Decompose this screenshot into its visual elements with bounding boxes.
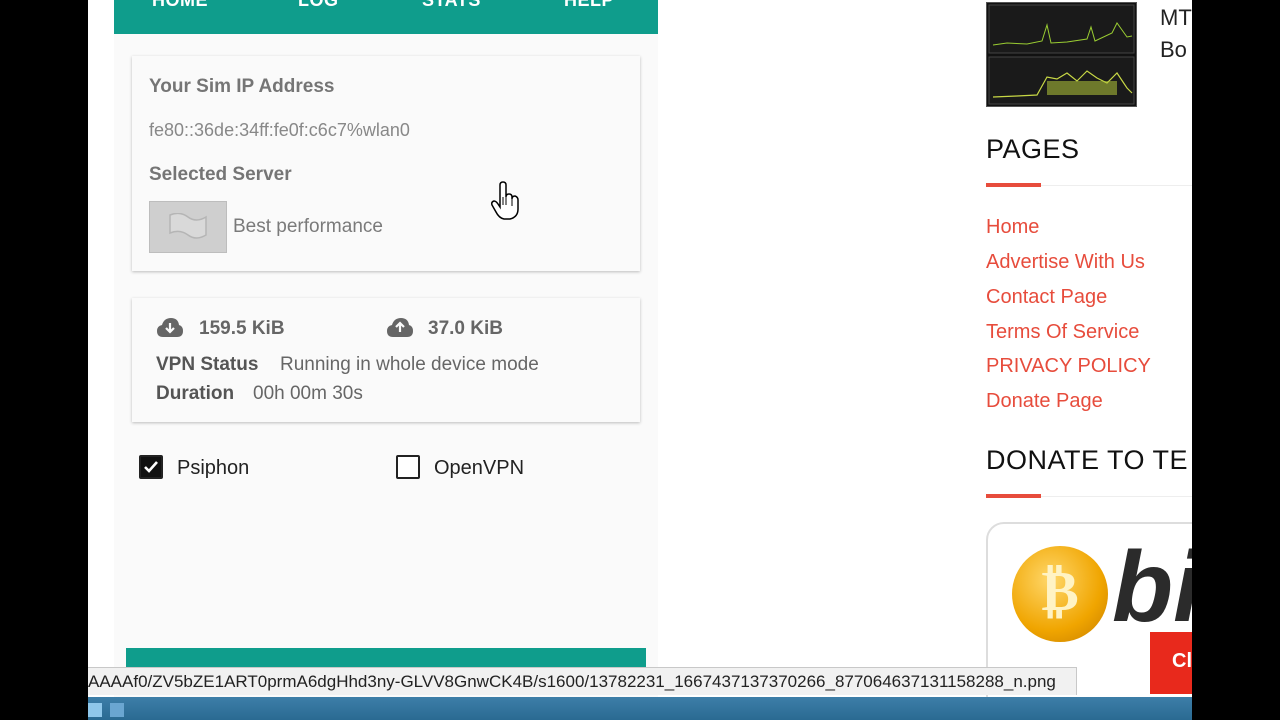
- page-link-terms[interactable]: Terms Of Service: [986, 321, 1139, 344]
- page-link-privacy[interactable]: PRIVACY POLICY: [986, 355, 1151, 378]
- pages-divider: [1041, 185, 1192, 186]
- tab-home[interactable]: HOME: [152, 0, 208, 11]
- download-amount: 159.5 KiB: [199, 318, 285, 339]
- connection-info-card: Your Sim IP Address fe80::36de:34ff:fe0f…: [132, 56, 640, 271]
- tab-log[interactable]: LOG: [298, 0, 339, 11]
- app-panel: HOME LOG STATS HELP Your Sim IP Address …: [114, 0, 658, 697]
- donate-heading: DONATE TO TE: [986, 445, 1189, 475]
- pages-heading: PAGES: [986, 134, 1080, 164]
- start-icon[interactable]: [88, 703, 102, 717]
- duration-value: 00h 00m 30s: [253, 383, 363, 404]
- tab-help[interactable]: HELP: [564, 0, 614, 11]
- page-link-advertise[interactable]: Advertise With Us: [986, 251, 1145, 274]
- ip-address-value: fe80::36de:34ff:fe0f:c6c7%wlan0: [149, 120, 410, 140]
- bitcoin-coin-icon: ₿: [1012, 546, 1108, 642]
- server-flag-icon[interactable]: [149, 201, 227, 253]
- selected-server-label: Selected Server: [149, 164, 292, 185]
- upload-cloud-icon: [387, 318, 413, 337]
- psiphon-label[interactable]: Psiphon: [177, 457, 249, 480]
- openvpn-label[interactable]: OpenVPN: [434, 457, 524, 480]
- post-title-line1[interactable]: MT: [1160, 5, 1192, 31]
- tab-stats[interactable]: STATS: [422, 0, 481, 11]
- donate-tag-text: Cl: [1172, 650, 1192, 672]
- hand-cursor-icon: [491, 181, 519, 220]
- page-link-donate[interactable]: Donate Page: [986, 390, 1103, 413]
- left-letterbox: [0, 0, 88, 720]
- page-link-home[interactable]: Home: [986, 216, 1039, 239]
- browser-status-url: AAAAf0/ZV5bZE1ART0prmA6dgHhd3ny-GLVV8Gnw…: [88, 667, 1077, 695]
- post-thumbnail[interactable]: [986, 2, 1137, 107]
- donate-click-tag[interactable]: Cl: [1150, 632, 1192, 694]
- page-link-contact[interactable]: Contact Page: [986, 286, 1107, 309]
- donate-banner-text: bi: [1112, 531, 1192, 643]
- browser-viewport: HOME LOG STATS HELP Your Sim IP Address …: [88, 0, 1192, 697]
- pages-heading-underline: [986, 183, 1041, 187]
- right-letterbox: [1192, 0, 1280, 720]
- duration-label: Duration: [156, 383, 235, 404]
- donate-divider: [1041, 496, 1192, 497]
- ip-address-label: Your Sim IP Address: [149, 76, 335, 97]
- vpn-status-label: VPN Status: [156, 354, 259, 375]
- taskbar-app-icon[interactable]: [110, 703, 124, 717]
- donate-heading-underline: [986, 494, 1041, 498]
- os-taskbar: [88, 697, 1192, 720]
- traffic-stats-card: 159.5 KiB 37.0 KiB VPN Status Running in…: [132, 298, 640, 422]
- psiphon-checkbox[interactable]: [139, 455, 163, 479]
- post-title-line2[interactable]: Bo: [1160, 37, 1187, 63]
- upload-amount: 37.0 KiB: [428, 318, 503, 339]
- vpn-status-value: Running in whole device mode: [280, 354, 539, 375]
- tab-bar: HOME LOG STATS HELP: [114, 0, 658, 34]
- openvpn-checkbox[interactable]: [396, 455, 420, 479]
- download-cloud-icon: [157, 318, 183, 337]
- selected-server-value[interactable]: Best performance: [233, 216, 383, 238]
